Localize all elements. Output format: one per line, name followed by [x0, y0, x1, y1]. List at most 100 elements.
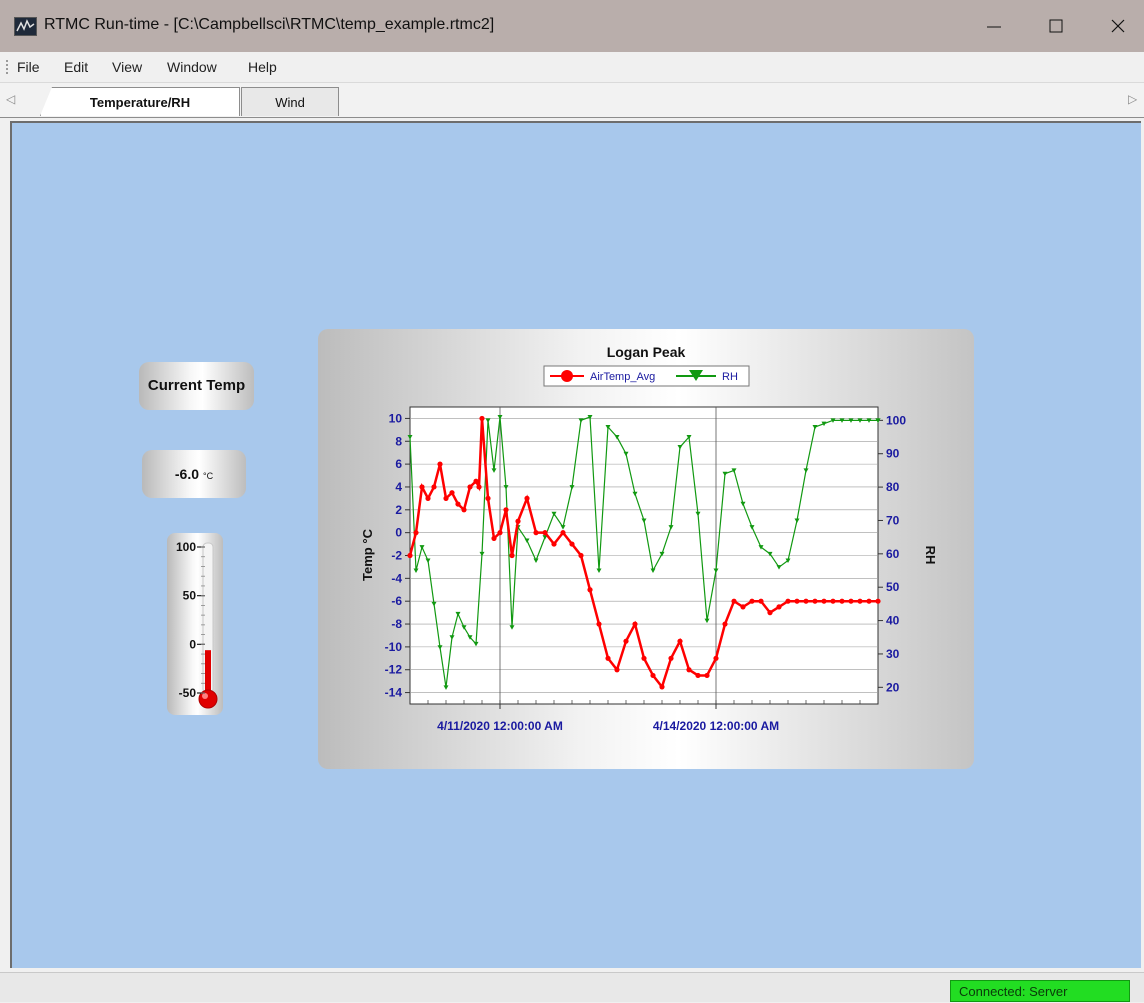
y-tick-label: -6 — [391, 594, 402, 608]
y2-tick-label: 40 — [886, 614, 900, 628]
data-point-AirTemp_Avg — [866, 598, 872, 604]
data-point-AirTemp_Avg — [650, 672, 656, 679]
y-tick-label: -2 — [391, 549, 402, 563]
data-point-AirTemp_Avg — [668, 655, 674, 661]
y2-tick-label: 60 — [886, 547, 900, 561]
data-point-AirTemp_Avg — [437, 461, 443, 467]
data-point-AirTemp_Avg — [524, 495, 530, 501]
tab-wind[interactable]: Wind — [241, 87, 339, 116]
y-tick-label: 10 — [389, 411, 403, 425]
connection-status: Connected: Server — [950, 980, 1130, 1002]
x-tick-label: 4/14/2020 12:00:00 AM — [653, 719, 779, 733]
current-temp-value: -6.0 — [174, 466, 199, 482]
maximize-icon — [1049, 19, 1063, 33]
current-temp-unit: °C — [203, 471, 214, 481]
menu-grip-icon — [6, 60, 10, 74]
status-bar: Connected: Server — [0, 972, 1144, 1002]
data-point-AirTemp_Avg — [632, 621, 638, 627]
data-point-AirTemp_Avg — [677, 638, 683, 644]
data-point-AirTemp_Avg — [704, 672, 710, 679]
menu-window[interactable]: Window — [167, 59, 217, 75]
legend-airtemp-label: AirTemp_Avg — [590, 371, 655, 383]
data-point-AirTemp_Avg — [605, 655, 611, 661]
minimize-icon — [987, 26, 1001, 28]
thermometer-panel: 100 50 0 -50 — [167, 533, 223, 715]
data-point-AirTemp_Avg — [407, 552, 413, 559]
data-point-AirTemp_Avg — [794, 598, 800, 604]
maximize-button[interactable] — [1030, 0, 1082, 52]
thermometer-ticks: 100 50 0 -50 — [176, 540, 205, 700]
y-tick-label: -8 — [391, 617, 402, 631]
data-point-AirTemp_Avg — [713, 655, 719, 661]
tab-scroll-left-icon[interactable]: ◁ — [6, 92, 15, 106]
y2-tick-label: 90 — [886, 447, 900, 461]
minimize-button[interactable] — [968, 0, 1020, 52]
y2-axis-ticks: 100 90 80 70 60 50 40 30 20 — [878, 413, 906, 694]
y-axis-ticks: 10 8 6 4 2 0 -2 -4 -6 -8 -10 -12 -14 — [385, 411, 410, 700]
y-axis-label: Temp °C — [360, 528, 375, 581]
rtmc-app-icon — [14, 17, 37, 36]
menu-edit[interactable]: Edit — [64, 59, 88, 75]
data-point-AirTemp_Avg — [449, 490, 455, 496]
y2-axis-label: RH — [923, 546, 938, 565]
data-point-AirTemp_Avg — [722, 621, 728, 627]
display-canvas: Current Temp -6.0 °C 100 50 0 -50 Logan Peak… — [10, 121, 1141, 968]
data-point-AirTemp_Avg — [443, 495, 449, 501]
data-point-AirTemp_Avg — [485, 495, 491, 501]
menu-view[interactable]: View — [112, 59, 142, 75]
data-point-AirTemp_Avg — [413, 530, 419, 536]
data-point-AirTemp_Avg — [479, 415, 485, 422]
data-point-AirTemp_Avg — [767, 610, 773, 616]
data-point-AirTemp_Avg — [542, 530, 548, 536]
data-point-AirTemp_Avg — [623, 638, 629, 644]
data-point-AirTemp_Avg — [419, 484, 425, 490]
thermometer-tick-label: -50 — [179, 686, 197, 700]
window-title: RTMC Run-time - [C:\Campbellsci\RTMC\tem… — [44, 16, 495, 33]
y-tick-label: -12 — [385, 663, 403, 677]
thermometer-gauge: 100 50 0 -50 — [176, 540, 218, 709]
data-point-AirTemp_Avg — [875, 598, 881, 604]
data-point-AirTemp_Avg — [695, 672, 701, 679]
data-point-AirTemp_Avg — [509, 552, 515, 559]
data-point-AirTemp_Avg — [587, 587, 593, 593]
current-temp-readout: -6.0 °C — [142, 450, 246, 498]
data-point-AirTemp_Avg — [461, 507, 467, 513]
data-point-AirTemp_Avg — [848, 598, 854, 604]
tab-bar: ◁ Temperature/RH Wind ▷ — [0, 83, 1144, 118]
close-button[interactable] — [1092, 0, 1144, 52]
y-tick-label: 6 — [395, 457, 402, 471]
data-point-AirTemp_Avg — [569, 541, 575, 547]
y2-tick-label: 80 — [886, 480, 900, 494]
title-bar: RTMC Run-time - [C:\Campbellsci\RTMC\tem… — [0, 0, 1144, 52]
data-point-AirTemp_Avg — [776, 604, 782, 610]
y2-tick-label: 20 — [886, 680, 900, 694]
data-point-AirTemp_Avg — [560, 530, 566, 536]
menu-file[interactable]: File — [17, 59, 40, 75]
y-tick-label: 4 — [395, 480, 402, 494]
data-point-AirTemp_Avg — [497, 530, 503, 536]
data-point-AirTemp_Avg — [491, 535, 497, 541]
tab-scroll-right-icon[interactable]: ▷ — [1128, 92, 1137, 106]
thermometer-tick-label: 100 — [176, 540, 196, 554]
data-point-AirTemp_Avg — [431, 484, 437, 490]
y-tick-label: -10 — [385, 640, 403, 654]
data-point-AirTemp_Avg — [578, 552, 584, 559]
data-point-AirTemp_Avg — [830, 598, 836, 604]
data-point-AirTemp_Avg — [731, 598, 737, 604]
data-point-AirTemp_Avg — [596, 621, 602, 627]
data-point-AirTemp_Avg — [551, 541, 557, 547]
current-temp-label: Current Temp — [139, 362, 254, 410]
menu-help[interactable]: Help — [248, 59, 277, 75]
menu-bar: File Edit View Window Help — [0, 52, 1144, 83]
thermometer-fill — [205, 650, 211, 693]
data-point-AirTemp_Avg — [803, 598, 809, 604]
tab-temperature-rh[interactable]: Temperature/RH — [40, 87, 240, 116]
data-point-AirTemp_Avg — [740, 604, 746, 610]
chart-panel: Logan Peak AirTemp_Avg RH 10 8 6 4 2 0 -2 -4 -6-… — [318, 329, 974, 769]
data-point-AirTemp_Avg — [758, 598, 764, 604]
chart-title: Logan Peak — [607, 344, 686, 360]
data-point-AirTemp_Avg — [614, 667, 620, 673]
y2-tick-label: 50 — [886, 580, 900, 594]
data-point-AirTemp_Avg — [749, 598, 755, 604]
data-point-AirTemp_Avg — [857, 598, 863, 604]
